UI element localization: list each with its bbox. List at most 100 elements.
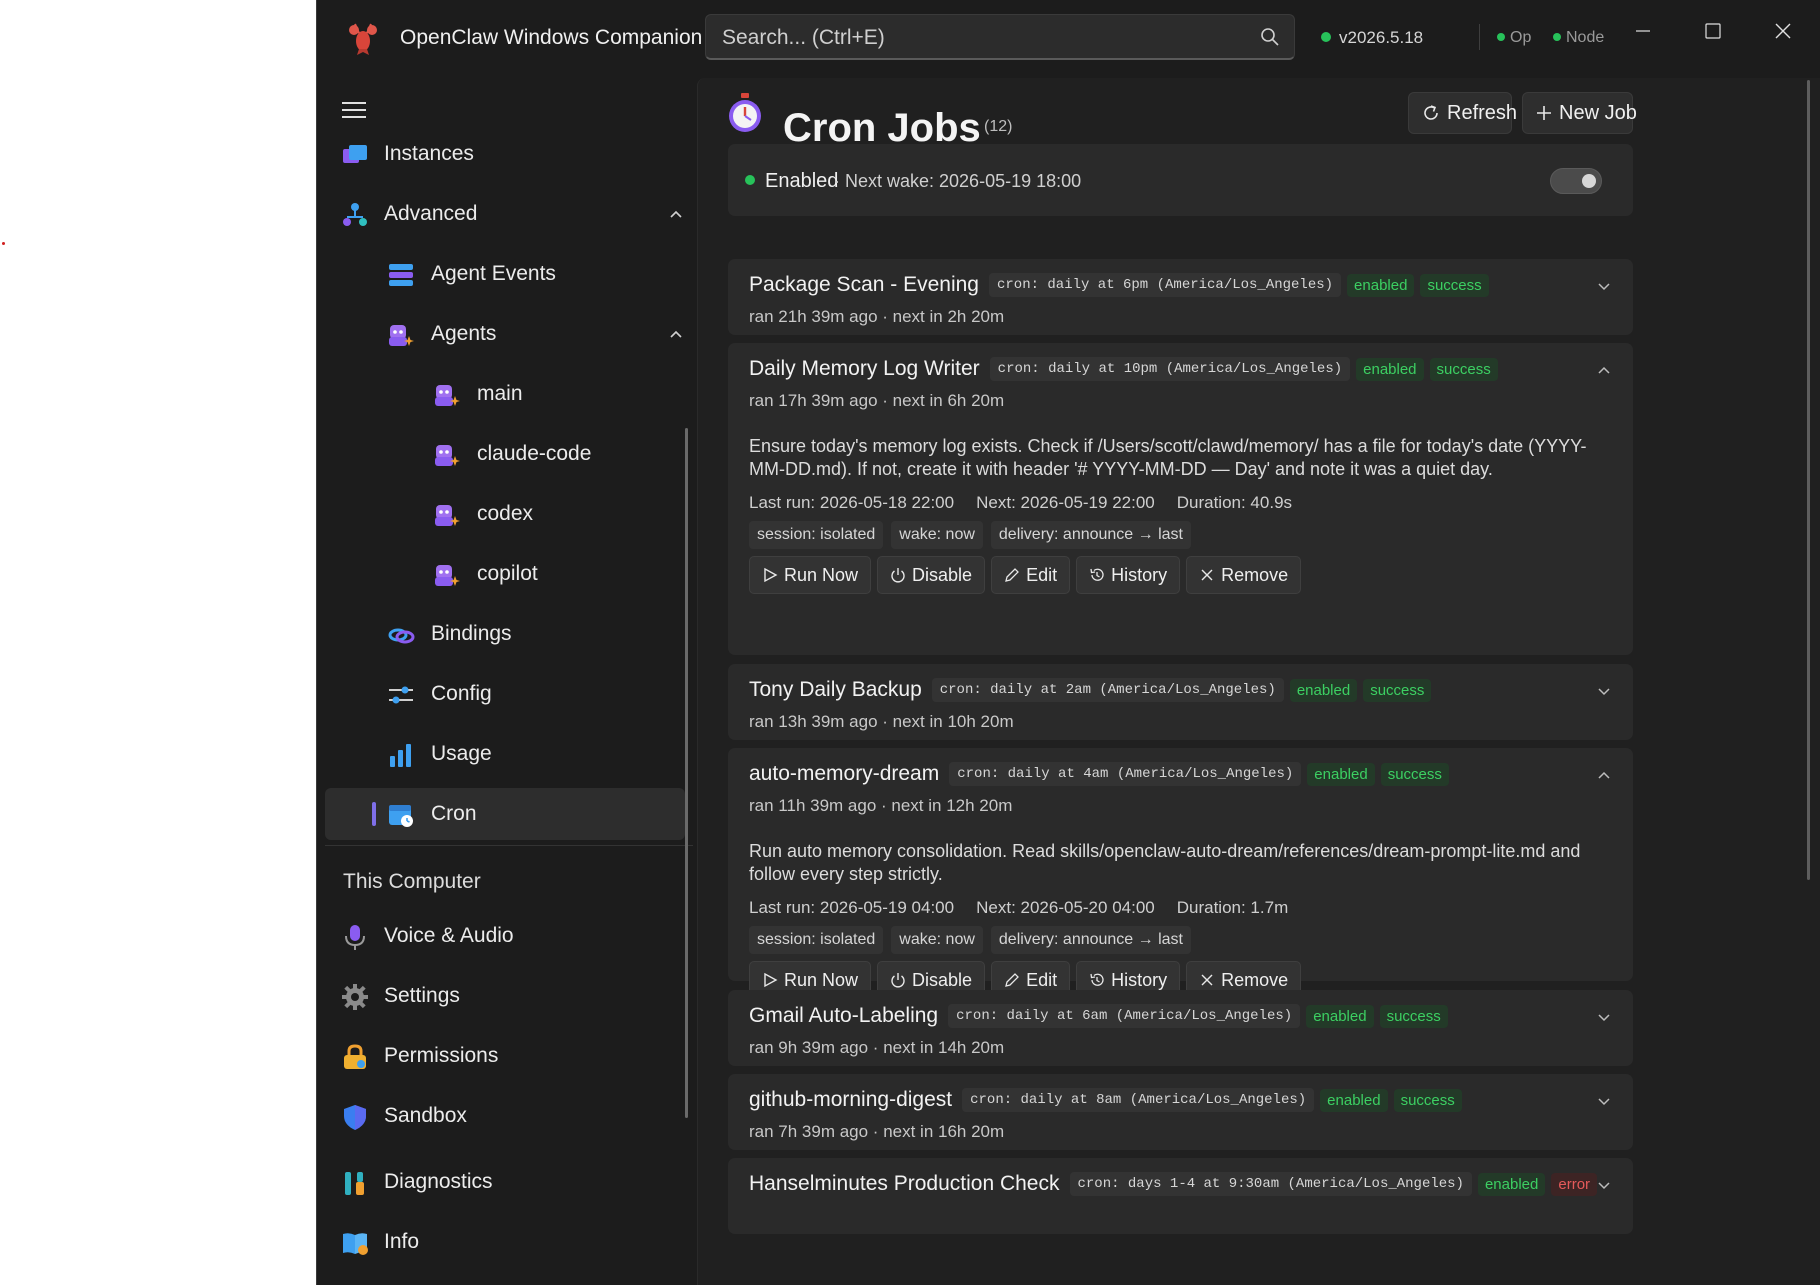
- job-header: Tony Daily Backup cron: daily at 2am (Am…: [749, 678, 1437, 702]
- delivery-chip: delivery: announce → last: [990, 926, 1191, 954]
- remove-label: Remove: [1221, 564, 1289, 585]
- sidebar-item-settings[interactable]: Settings: [325, 970, 685, 1022]
- app-title: OpenClaw Windows Companion: [400, 26, 703, 49]
- hamburger-menu-icon[interactable]: [342, 100, 366, 120]
- power-icon: [891, 568, 905, 583]
- cron-icon: [389, 805, 413, 827]
- sidebar-item-label: copilot: [477, 562, 538, 585]
- chevron-up-icon: [670, 330, 682, 338]
- job-card[interactable]: Daily Memory Log Writer cron: daily at 1…: [728, 343, 1633, 655]
- job-name: auto-memory-dream: [749, 762, 940, 785]
- refresh-button[interactable]: Refresh: [1408, 92, 1517, 134]
- minimize-icon: [1636, 30, 1650, 32]
- run-now-button[interactable]: Run Now: [749, 556, 872, 594]
- sidebar-item-agent-main[interactable]: main: [325, 368, 685, 420]
- maximize-button[interactable]: [1683, 10, 1743, 50]
- next-run: Next: 2026-05-20 04:00: [976, 898, 1155, 917]
- job-header: auto-memory-dream cron: daily at 4am (Am…: [749, 762, 1455, 786]
- sidebar-item-agents[interactable]: Agents: [325, 308, 685, 360]
- app-window: OpenClaw Windows Companion v2026.5.18 Op…: [317, 0, 1820, 1285]
- history-icon: [1090, 973, 1104, 986]
- job-card[interactable]: Hanselminutes Production Check cron: day…: [728, 1158, 1633, 1234]
- edit-label: Edit: [1026, 564, 1058, 585]
- sidebar-item-agent-copilot[interactable]: copilot: [325, 548, 685, 600]
- sidebar-item-label: main: [477, 382, 523, 405]
- job-card[interactable]: Tony Daily Backup cron: daily at 2am (Am…: [728, 664, 1633, 740]
- scheduler-toggle[interactable]: [1550, 168, 1602, 194]
- sidebar-item-agent-events[interactable]: Agent Events: [325, 248, 685, 300]
- config-icon: [389, 686, 413, 704]
- sidebar-item-advanced[interactable]: Advanced: [325, 188, 685, 240]
- job-card[interactable]: auto-memory-dream cron: daily at 4am (Am…: [728, 748, 1633, 999]
- enabled-dot-icon: [745, 175, 755, 185]
- sidebar-item-config[interactable]: Config: [325, 668, 685, 720]
- history-label: History: [1111, 969, 1168, 990]
- search-input[interactable]: [720, 23, 1244, 53]
- sidebar-item-label: Permissions: [384, 1044, 499, 1067]
- history-button[interactable]: History: [1076, 556, 1181, 594]
- chevron-down-icon[interactable]: [1597, 279, 1611, 293]
- chevron-down-icon[interactable]: [1597, 684, 1611, 698]
- sidebar-item-voice-audio[interactable]: Voice & Audio: [325, 910, 685, 962]
- maximize-icon: [1705, 23, 1721, 39]
- last-run: Last run: 2026-05-18 22:00: [749, 493, 955, 512]
- job-name: github-morning-digest: [749, 1088, 953, 1111]
- sidebar-item-agent-claude-code[interactable]: claude-code: [325, 428, 685, 480]
- sidebar-item-label: Bindings: [431, 622, 512, 645]
- bindings-icon: [388, 628, 415, 644]
- sidebar-item-label: Diagnostics: [384, 1170, 493, 1193]
- shield-icon: [344, 1105, 366, 1130]
- sidebar-item-label: Info: [384, 1230, 420, 1253]
- chevron-down-icon[interactable]: [1597, 1010, 1611, 1024]
- stray-red-dot: [2, 242, 5, 245]
- remove-label: Remove: [1221, 969, 1289, 990]
- sidebar-item-instances[interactable]: Instances: [325, 128, 685, 180]
- history-icon: [1090, 568, 1104, 581]
- chevron-down-icon[interactable]: [1597, 1094, 1611, 1108]
- job-run-info: ran 11h 39m ago · next in 12h 20m: [749, 796, 1013, 815]
- sidebar-item-cron[interactable]: Cron: [325, 788, 685, 840]
- agent-icon: [435, 505, 460, 526]
- run-now-label: Run Now: [784, 969, 859, 990]
- disable-button[interactable]: Disable: [877, 556, 986, 594]
- tools-icon: [345, 1172, 364, 1195]
- sidebar-item-usage[interactable]: Usage: [325, 728, 685, 780]
- state-badge: enabled: [1347, 273, 1415, 297]
- chevron-down-icon[interactable]: [1597, 1178, 1611, 1192]
- sidebar-item-info[interactable]: Info: [325, 1216, 685, 1268]
- search-icon[interactable]: [1260, 27, 1280, 47]
- main-scrollbar[interactable]: [1807, 80, 1810, 880]
- new-job-button[interactable]: New Job: [1522, 92, 1637, 134]
- edit-button[interactable]: Edit: [991, 556, 1071, 594]
- chevron-up-icon[interactable]: [1597, 363, 1611, 377]
- edit-label: Edit: [1026, 969, 1058, 990]
- result-badge: success: [1380, 762, 1449, 786]
- remove-button[interactable]: Remove: [1186, 556, 1302, 594]
- sidebar-item-sandbox[interactable]: Sandbox: [325, 1090, 685, 1142]
- sidebar-item-permissions[interactable]: Permissions: [325, 1030, 685, 1082]
- job-card[interactable]: github-morning-digest cron: daily at 8am…: [728, 1074, 1633, 1150]
- search-box[interactable]: [705, 14, 1295, 60]
- close-button[interactable]: [1753, 10, 1813, 50]
- job-meta: Last run: 2026-05-18 22:00 Next: 2026-05-…: [749, 493, 1314, 513]
- job-count: (12): [984, 118, 1013, 135]
- cron-schedule-tag: cron: daily at 2am (America/Los_Angeles): [931, 678, 1284, 702]
- job-description: Run auto memory consolidation. Read skil…: [749, 841, 1581, 884]
- chevron-up-icon[interactable]: [1597, 768, 1611, 782]
- sidebar-scrollbar[interactable]: [685, 428, 688, 1118]
- minimize-button[interactable]: [1613, 10, 1673, 50]
- job-run-info: ran 21h 39m ago · next in 2h 20m: [749, 307, 1005, 326]
- job-card[interactable]: Gmail Auto-Labeling cron: daily at 6am (…: [728, 990, 1633, 1066]
- sidebar-item-label: Agents: [431, 322, 497, 345]
- power-icon: [891, 973, 905, 988]
- duration: Duration: 1.7m: [1176, 898, 1289, 917]
- next-wake-text: · Next wake: 2026-05-19 18:00: [834, 171, 1082, 191]
- job-actions: Run Now Disable Edit History Remove: [749, 556, 1307, 594]
- job-card[interactable]: Package Scan - Evening cron: daily at 6p…: [728, 259, 1633, 335]
- selection-indicator: [372, 802, 376, 826]
- sidebar-item-agent-codex[interactable]: codex: [325, 488, 685, 540]
- job-header: Daily Memory Log Writer cron: daily at 1…: [749, 357, 1504, 381]
- sidebar-item-bindings[interactable]: Bindings: [325, 608, 685, 660]
- sidebar-item-diagnostics[interactable]: Diagnostics: [325, 1156, 685, 1208]
- node-status: Node: [1553, 29, 1604, 47]
